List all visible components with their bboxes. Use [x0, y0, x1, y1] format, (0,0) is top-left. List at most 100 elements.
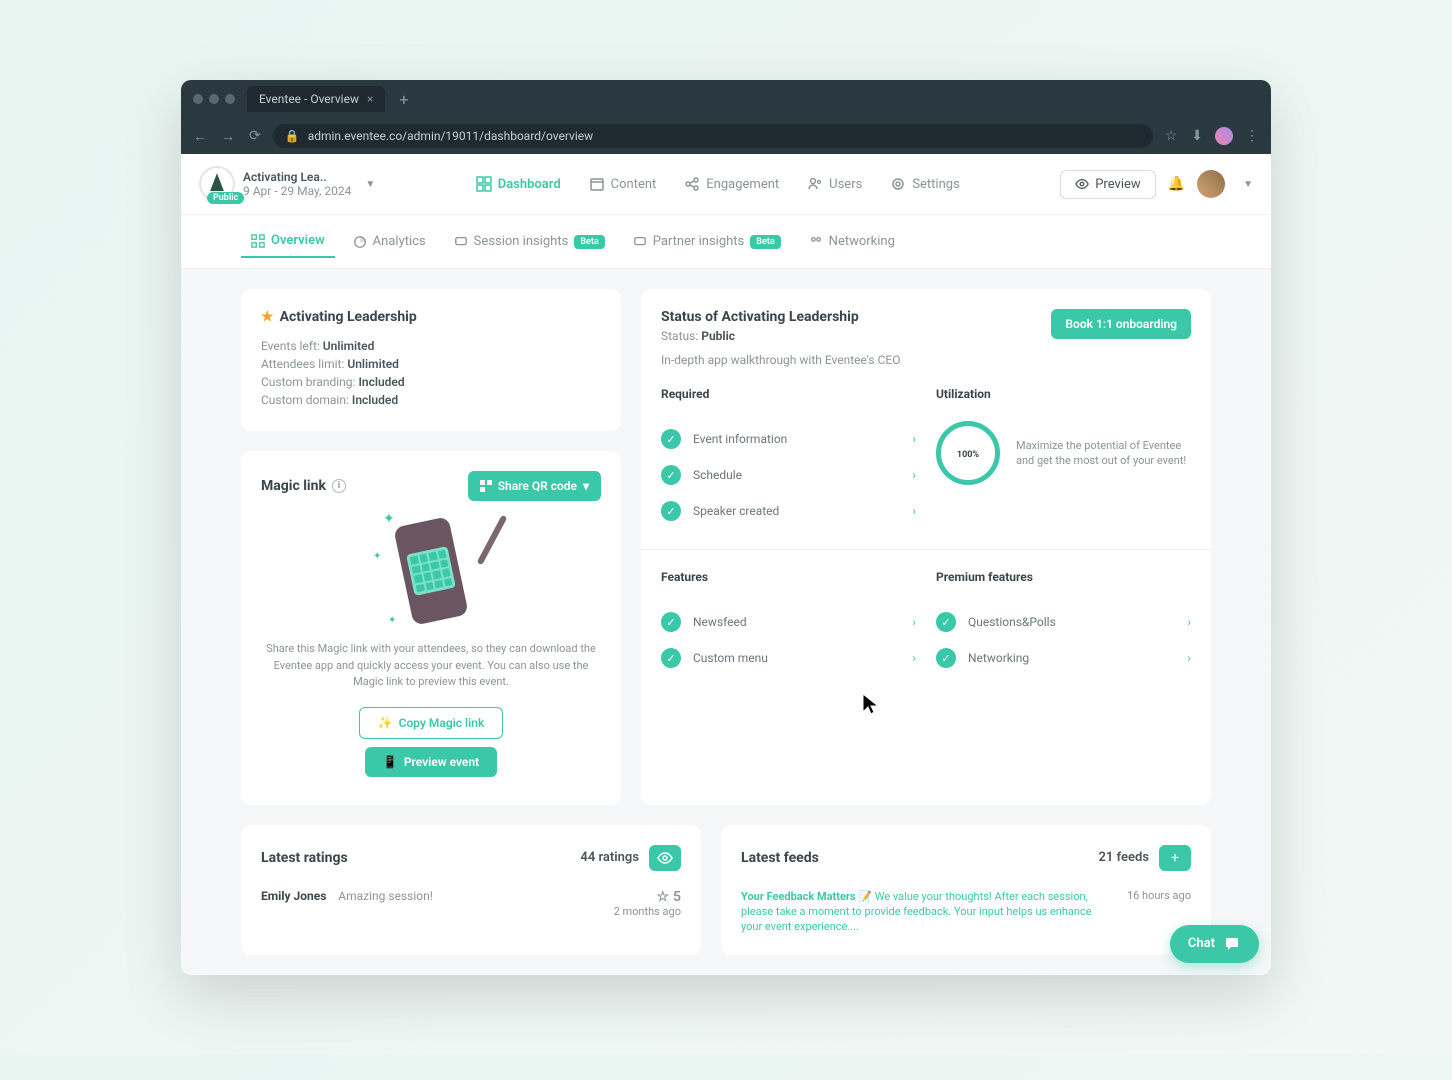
event-name: Activating Lea.. [243, 170, 351, 184]
ratings-title: Latest ratings [261, 850, 348, 866]
copy-magic-link-button[interactable]: ✨ Copy Magic link [359, 707, 504, 739]
subnav-label: Networking [829, 234, 895, 249]
rating-row[interactable]: Emily Jones Amazing session! ☆ 5 2 month… [261, 889, 681, 918]
traffic-light-maximize[interactable] [225, 94, 235, 104]
nav-label: Dashboard [498, 177, 561, 192]
nav-label: Users [829, 177, 862, 192]
share-qr-button[interactable]: Share QR code ▾ [468, 471, 601, 501]
back-button[interactable]: ← [191, 126, 209, 147]
utilization-text: Maximize the potential of Eventee and ge… [1016, 438, 1191, 469]
lock-icon: 🔒 [285, 129, 300, 143]
chevron-down-icon: ▾ [583, 479, 589, 493]
check-icon: ✓ [661, 612, 681, 632]
chevron-right-icon: › [912, 651, 916, 665]
rating-time: 2 months ago [614, 905, 681, 918]
subnav-session-insights[interactable]: Session insights Beta [444, 225, 615, 258]
phone-icon: 📱 [383, 755, 398, 769]
chat-icon [454, 235, 468, 249]
traffic-lights [189, 94, 239, 104]
preview-event-button[interactable]: 📱 Preview event [365, 747, 497, 777]
profile-avatar-icon[interactable] [1215, 127, 1233, 145]
chat-widget[interactable]: Chat [1170, 925, 1259, 963]
user-avatar[interactable] [1197, 170, 1225, 198]
qr-icon [480, 480, 492, 492]
chevron-right-icon: › [912, 615, 916, 629]
nav-engagement[interactable]: Engagement [684, 176, 779, 192]
book-onboarding-button[interactable]: Book 1:1 onboarding [1051, 309, 1191, 339]
subnav-analytics[interactable]: Analytics [343, 225, 436, 258]
reload-button[interactable]: ⟳ [247, 126, 263, 146]
event-switcher[interactable]: Public Activating Lea.. 9 Apr - 29 May, … [199, 166, 375, 202]
nav-dashboard[interactable]: Dashboard [476, 176, 561, 192]
forward-button[interactable]: → [219, 126, 237, 147]
stat-attendees: Attendees limit: Unlimited [261, 357, 601, 371]
subnav-networking[interactable]: Networking [799, 225, 905, 258]
chat-label: Chat [1188, 936, 1215, 951]
feeds-title: Latest feeds [741, 850, 819, 866]
event-logo: Public [199, 166, 235, 202]
check-label: Custom menu [693, 651, 900, 665]
chevron-down-icon[interactable]: ▼ [1243, 179, 1253, 190]
feature-item-newsfeed[interactable]: ✓ Newsfeed › [661, 604, 916, 640]
chevron-right-icon: › [912, 468, 916, 482]
premium-item-networking[interactable]: ✓ Networking › [936, 640, 1191, 676]
feed-row[interactable]: Your Feedback Matters 📝 We value your th… [741, 889, 1191, 935]
feeds-count: 21 feeds [1098, 850, 1149, 865]
star-icon: ★ [261, 309, 274, 325]
subnav-label: Overview [271, 233, 325, 248]
browser-tab[interactable]: Eventee - Overview × [247, 86, 385, 112]
eye-icon [1075, 177, 1089, 191]
add-feed-button[interactable]: + [1159, 845, 1191, 871]
bell-icon[interactable]: 🔔 [1168, 176, 1185, 192]
info-icon[interactable]: i [332, 479, 346, 493]
browser-chrome: Eventee - Overview × + ← → ⟳ 🔒 admin.eve… [181, 80, 1271, 154]
status-card: Status of Activating Leadership Status: … [641, 289, 1211, 805]
feature-item-custom-menu[interactable]: ✓ Custom menu › [661, 640, 916, 676]
nav-settings[interactable]: Settings [890, 176, 959, 192]
close-icon[interactable]: × [367, 92, 373, 106]
nav-label: Content [611, 177, 657, 192]
view-ratings-button[interactable] [649, 845, 681, 871]
nav-content[interactable]: Content [589, 176, 657, 192]
subnav-label: Session insights [474, 234, 569, 249]
feed-time: 16 hours ago [1127, 889, 1191, 902]
bookmark-icon[interactable]: ☆ [1163, 126, 1180, 146]
wand-icon: ✨ [378, 716, 393, 730]
ratings-card: Latest ratings 44 ratings Emily Jones [241, 825, 701, 955]
preview-button[interactable]: Preview [1060, 170, 1155, 199]
check-icon: ✓ [661, 465, 681, 485]
users-icon [807, 176, 823, 192]
url-text: admin.eventee.co/admin/19011/dashboard/o… [308, 129, 593, 143]
magic-link-description: Share this Magic link with your attendee… [261, 641, 601, 691]
plan-title: Activating Leadership [280, 309, 417, 325]
menu-icon[interactable]: ⋮ [1243, 126, 1261, 146]
utilization-ring: 100% [936, 421, 1000, 485]
subnav-label: Partner insights [653, 234, 745, 249]
subnav-label: Analytics [373, 234, 426, 249]
required-item-speaker[interactable]: ✓ Speaker created › [661, 493, 916, 529]
traffic-light-close[interactable] [193, 94, 203, 104]
check-label: Schedule [693, 468, 900, 482]
subnav-overview[interactable]: Overview [241, 225, 335, 258]
status-subtitle: In-depth app walkthrough with Eventee's … [661, 353, 900, 367]
main-nav: Dashboard Content Engagement Users Setti… [476, 176, 960, 192]
premium-item-questions-polls[interactable]: ✓ Questions&Polls › [936, 604, 1191, 640]
magic-link-card: Magic link i Share QR code ▾ ✦ ✦ [241, 451, 621, 805]
traffic-light-minimize[interactable] [209, 94, 219, 104]
feed-title: Your Feedback Matters 📝 [741, 890, 872, 903]
chevron-right-icon: › [1187, 615, 1191, 629]
required-item-event-info[interactable]: ✓ Event information › [661, 421, 916, 457]
required-item-schedule[interactable]: ✓ Schedule › [661, 457, 916, 493]
grid-icon [251, 234, 265, 248]
url-bar[interactable]: 🔒 admin.eventee.co/admin/19011/dashboard… [273, 124, 1153, 148]
rating-score: 5 [673, 889, 681, 905]
required-label: Required [661, 387, 916, 401]
subnav-partner-insights[interactable]: Partner insights Beta [623, 225, 791, 258]
nav-users[interactable]: Users [807, 176, 862, 192]
tab-title: Eventee - Overview [259, 92, 359, 106]
features-label: Features [661, 570, 916, 584]
stat-branding: Custom branding: Included [261, 375, 601, 389]
download-icon[interactable]: ⬇ [1189, 126, 1205, 146]
utilization-percentage: 100% [957, 445, 979, 461]
new-tab-button[interactable]: + [393, 90, 414, 109]
